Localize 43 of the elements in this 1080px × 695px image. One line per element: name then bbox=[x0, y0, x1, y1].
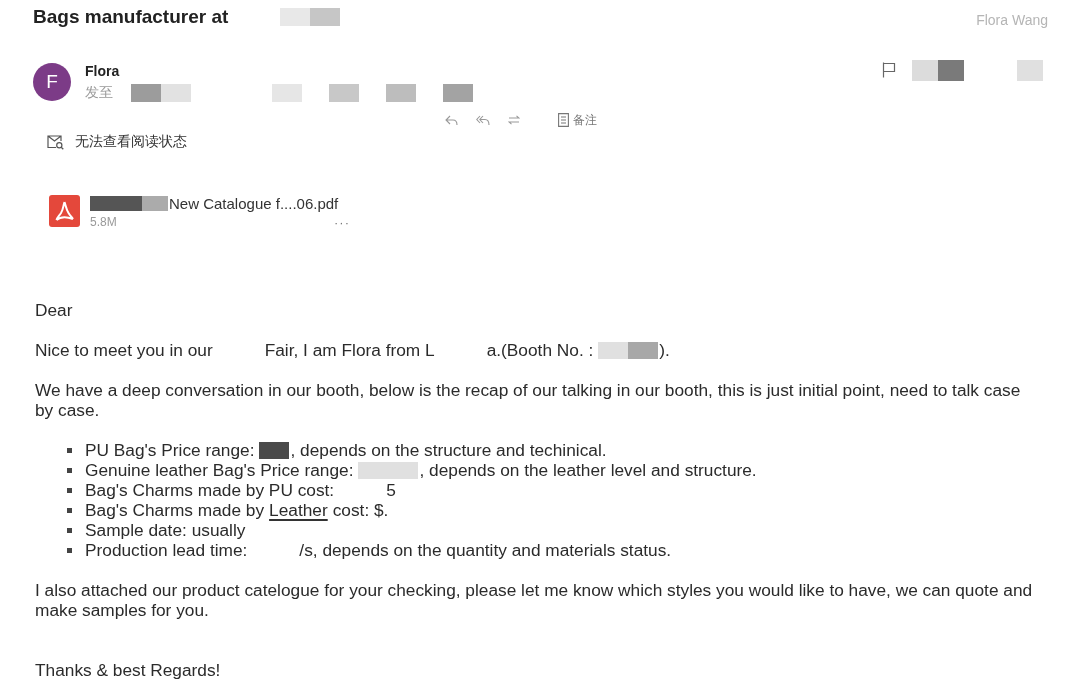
list-item-text: cost: $. bbox=[332, 500, 389, 520]
envelope-search-icon bbox=[47, 134, 64, 150]
note-button[interactable]: 备注 bbox=[558, 111, 597, 129]
recipients-label: 发至 bbox=[85, 84, 113, 102]
bullet-icon bbox=[67, 547, 72, 553]
bullet-icon bbox=[67, 507, 72, 513]
read-status-text: 无法查看阅读状态 bbox=[75, 133, 187, 151]
list-item-text: 5 bbox=[386, 480, 396, 500]
pdf-file-icon[interactable] bbox=[49, 195, 80, 227]
document-icon bbox=[558, 113, 569, 127]
flag-icon[interactable] bbox=[882, 62, 896, 78]
list-item-text: PU Bag's Price range: bbox=[85, 440, 255, 460]
swap-arrows-icon[interactable] bbox=[508, 115, 520, 125]
email-subject: Bags manufacturer at bbox=[33, 5, 229, 29]
file-size: 5.8M bbox=[90, 215, 117, 229]
body-text: I also attached our product catelogue for your checking, please let me know which styles you would like to have, we can quote and make samples for you. bbox=[35, 580, 1034, 620]
bullet-icon bbox=[67, 527, 72, 533]
underlined-word: Leather bbox=[269, 500, 328, 520]
list-item-text: Sample date: usually bbox=[85, 520, 246, 540]
closing-text: Thanks & best Regards! bbox=[35, 660, 221, 680]
body-text: Dear bbox=[35, 300, 73, 320]
file-name: New Catalogue f....06.pdf bbox=[169, 194, 339, 212]
body-text: Nice to meet you in our bbox=[35, 340, 213, 360]
avatar: F bbox=[33, 63, 71, 101]
bullet-icon bbox=[67, 487, 72, 493]
list-item-text: Bag's Charms made by bbox=[85, 500, 265, 520]
account-name: Flora Wang bbox=[976, 12, 1048, 28]
double-arrow-icon[interactable] bbox=[476, 114, 490, 126]
list-item-text: Genuine leather Bag's Price range: bbox=[85, 460, 354, 480]
list-item-text: , depends on the structure and techinical. bbox=[290, 440, 607, 460]
body-text: ). bbox=[659, 340, 670, 360]
list-item-text: , depends on the leather level and structure. bbox=[419, 460, 757, 480]
reply-arrow-icon[interactable] bbox=[445, 114, 458, 126]
body-text: a.(Booth No. : bbox=[486, 340, 594, 360]
list-item-text: /s, depends on the quantity and materials status. bbox=[299, 540, 672, 560]
more-button[interactable]: ··· bbox=[332, 214, 352, 230]
bullet-icon bbox=[67, 447, 72, 453]
body-text: We have a deep conversation in our booth, below is the recap of our talking in our booth, this is just initial point, need to talk case by case. bbox=[35, 380, 1022, 420]
list-item-text: Production lead time: bbox=[85, 540, 248, 560]
bullet-icon bbox=[67, 467, 72, 473]
body-text: Fair, I am Flora from L bbox=[264, 340, 435, 360]
list-item-text: Bag's Charms made by PU cost: bbox=[85, 480, 335, 500]
sender-name[interactable]: Flora bbox=[85, 62, 120, 80]
